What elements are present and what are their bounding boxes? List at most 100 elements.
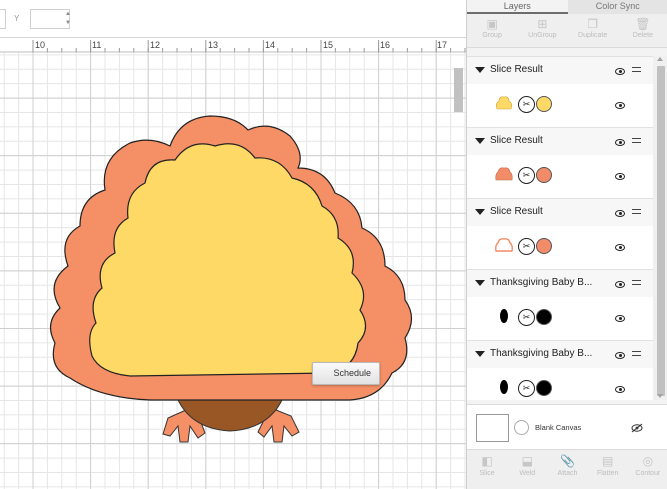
group-icon: ▣ [486,17,498,31]
weld-button[interactable]: ⬓ Weld [509,450,545,489]
eye-icon[interactable] [615,244,625,251]
eye-icon[interactable] [615,352,625,359]
layers-scrollbar[interactable] [653,56,667,400]
ruler-label: 13 [208,40,218,50]
eye-icon[interactable] [615,281,625,288]
slice-icon: ◧ [481,454,493,468]
eye-icon[interactable] [615,210,625,217]
shape-thumbnail-icon [495,238,513,252]
color-swatch[interactable] [536,167,552,183]
flatten-icon: ▤ [601,454,614,468]
layer-name: Thanksgiving Baby B... [490,277,593,288]
layer-group-header[interactable]: Slice Result [467,198,653,226]
blank-canvas-label: Blank Canvas [535,423,582,432]
shape-thumbnail-icon [495,167,513,181]
weld-icon: ⬓ [521,454,533,468]
schedule-button[interactable]: Schedule [312,362,380,385]
expand-triangle-icon[interactable] [475,209,485,215]
expand-triangle-icon[interactable] [475,351,485,357]
layers-list: Slice Result ✂ Slice Result ✂ Slice Resu… [467,56,653,400]
trash-icon: 🗑 [635,17,651,31]
color-swatch[interactable] [536,380,552,396]
drag-handle-icon[interactable] [632,280,641,285]
eye-icon[interactable] [615,139,625,146]
layer-group-header[interactable]: Thanksgiving Baby B... [467,340,653,368]
ungroup-icon: ⊞ [537,17,548,31]
ruler-label: 10 [35,40,45,50]
contour-button[interactable]: ◎ Contour [630,450,666,489]
blank-canvas-row[interactable]: Blank Canvas [467,404,667,449]
shape-thumbnail-icon [496,96,512,110]
expand-triangle-icon[interactable] [475,280,485,286]
slice-scissors-icon: ✂ [518,380,535,397]
eye-icon[interactable] [615,386,625,393]
ruler-label: 14 [265,40,275,50]
slice-scissors-icon: ✂ [518,96,535,113]
expand-triangle-icon[interactable] [475,138,485,144]
drag-handle-icon[interactable] [632,138,641,143]
eye-icon[interactable] [615,315,625,322]
layer-name: Slice Result [490,206,543,217]
eye-icon[interactable] [615,173,625,180]
scroll-up-icon[interactable] [657,57,663,61]
layer-group-header[interactable]: Slice Result [467,127,653,155]
layer-group-header[interactable]: Thanksgiving Baby B... [467,269,653,297]
ruler-label: 17 [437,40,447,50]
slice-scissors-icon: ✂ [518,167,535,184]
attach-icon: 📎 [559,454,575,468]
y-label: Y [14,14,20,23]
eye-icon[interactable] [615,102,625,109]
layer-tools: ▣ Group ⊞ UnGroup ❐ Duplicate 🗑 Delete [467,14,667,48]
ruler-label: 12 [150,40,160,50]
layer-name: Slice Result [490,64,543,75]
layer-name: Thanksgiving Baby B... [490,348,593,359]
top-toolbar: Y ▲ ▼ [0,0,466,38]
layer-name: Slice Result [490,135,543,146]
drag-handle-icon[interactable] [632,209,641,214]
tab-layers[interactable]: Layers [467,0,568,14]
shape-thumbnail-icon [500,309,508,323]
drag-handle-icon[interactable] [632,67,641,72]
layer-item[interactable]: ✂ [467,368,653,400]
canvas-color-swatch[interactable] [476,414,509,442]
layer-item[interactable]: ✂ [467,155,653,198]
canvas-scrollbar[interactable] [452,60,465,460]
layers-panel: Layers Color Sync ▣ Group ⊞ UnGroup ❐ Dupli… [466,0,667,489]
shape-thumbnail-icon [500,380,508,394]
bottom-tools: ◧ Slice ⬓ Weld 📎 Attach ▤ Flatten ◎ Contour [467,449,667,489]
color-swatch[interactable] [536,96,552,112]
previous-field[interactable] [0,9,6,29]
canvas-grid: 10 11 12 13 14 15 16 17 [0,38,466,489]
ungroup-button[interactable]: ⊞ UnGroup [518,14,566,47]
flatten-button[interactable]: ▤ Flatten [590,450,626,489]
layers-scroll-thumb[interactable] [657,66,665,396]
slice-scissors-icon: ✂ [518,238,535,255]
drag-handle-icon[interactable] [632,351,641,356]
eye-off-icon[interactable] [631,423,643,433]
canvas-radio[interactable] [514,420,529,435]
tab-color-sync[interactable]: Color Sync [568,0,667,14]
delete-button[interactable]: 🗑 Delete [619,14,667,47]
eye-icon[interactable] [615,68,625,75]
y-stepper[interactable]: ▲ ▼ [64,10,72,28]
contour-icon: ◎ [642,454,654,468]
ruler-label: 11 [92,40,101,50]
ruler-label: 15 [323,40,333,50]
slice-scissors-icon: ✂ [518,309,535,326]
canvas-scroll-thumb[interactable] [454,68,463,112]
design-canvas[interactable]: 10 11 12 13 14 15 16 17 Schedule [0,38,466,489]
scroll-down-icon[interactable] [657,394,663,398]
layer-item[interactable]: ✂ [467,297,653,340]
expand-triangle-icon[interactable] [475,67,485,73]
duplicate-button[interactable]: ❐ Duplicate [569,14,617,47]
slice-button[interactable]: ◧ Slice [469,450,505,489]
attach-button[interactable]: 📎 Attach [549,450,585,489]
ruler-label: 16 [380,40,390,50]
group-button[interactable]: ▣ Group [468,14,516,47]
color-swatch[interactable] [536,309,552,325]
layer-item[interactable]: ✂ [467,84,653,127]
layer-item[interactable]: ✂ [467,226,653,269]
color-swatch[interactable] [536,238,552,254]
layer-group-header[interactable]: Slice Result [467,56,653,84]
panel-tabs: Layers Color Sync [467,0,667,14]
